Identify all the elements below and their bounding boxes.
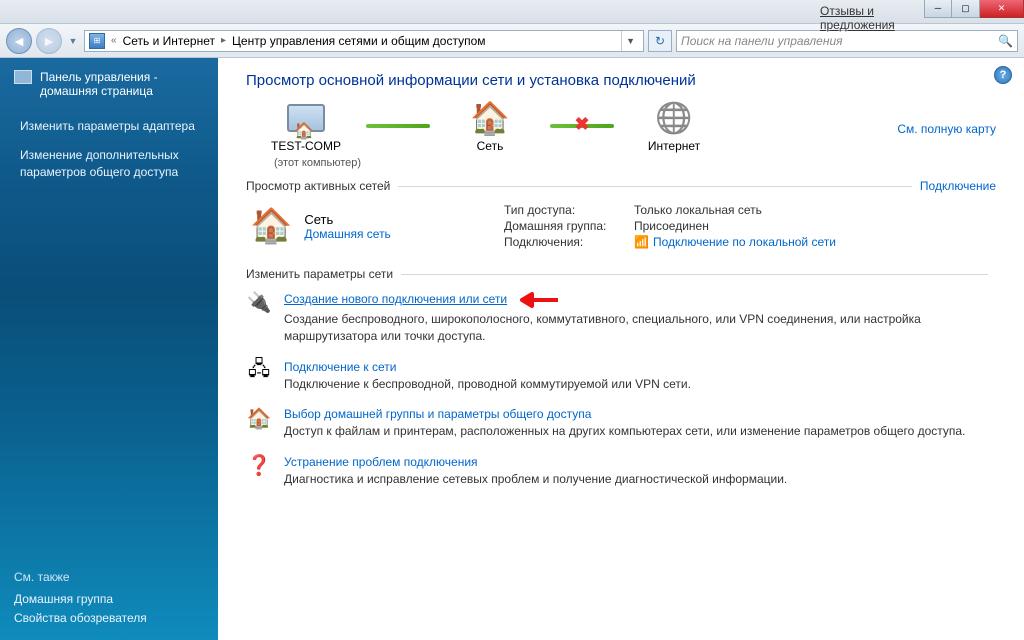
content: ? Просмотр основной информации сети и ус… (218, 58, 1024, 640)
sidebar-task-adapter[interactable]: Изменить параметры адаптера (20, 118, 204, 135)
pc-subline: (этот компьютер) (274, 157, 996, 169)
titlebar: Отзывы и предложения ─ ▢ ✕ (0, 0, 1024, 24)
see-also-homegroup[interactable]: Домашняя группа (14, 592, 204, 606)
breadcrumb-sep-icon: « (111, 35, 117, 46)
control-panel-home-label2: домашняя страница (40, 84, 158, 98)
network-name: Сеть (304, 212, 390, 227)
control-panel-home[interactable]: Панель управления - домашняя страница (14, 70, 204, 98)
globe-icon: 🌐 (652, 99, 696, 137)
internet-label: Интернет (614, 139, 734, 153)
change-settings-header: Изменить параметры сети (246, 267, 393, 281)
link-broken-icon (550, 124, 614, 128)
task-connect-network-desc: Подключение к беспроводной, проводной ко… (284, 376, 691, 393)
close-button[interactable]: ✕ (980, 0, 1024, 18)
task-troubleshoot[interactable]: ❓ Устранение проблем подключения Диагнос… (246, 455, 996, 488)
network-label: Сеть (430, 139, 550, 153)
task-new-connection[interactable]: 🔌 Создание нового подключения или сети С… (246, 291, 996, 346)
search-placeholder: Поиск на панели управления (681, 34, 843, 48)
breadcrumb-part[interactable]: Сеть и Интернет (123, 34, 215, 48)
breadcrumb-part[interactable]: Центр управления сетями и общим доступом (232, 34, 486, 48)
see-also-browser-props[interactable]: Свойства обозревателя (14, 611, 204, 625)
homegroup-icon: 🏠 (246, 407, 272, 429)
house-icon: 🏠 (250, 206, 292, 246)
task-troubleshoot-title[interactable]: Устранение проблем подключения (284, 455, 478, 469)
divider (398, 186, 912, 187)
refresh-button[interactable]: ↻ (648, 30, 672, 52)
control-panel-home-icon (14, 70, 32, 84)
connection-link[interactable]: Подключение (920, 179, 996, 193)
task-homegroup-title[interactable]: Выбор домашней группы и параметры общего… (284, 407, 591, 421)
house-icon: 🏠 (468, 99, 512, 137)
connect-icon: 🖧 (246, 360, 272, 382)
link-ok-icon (366, 124, 430, 128)
lan-icon: 📶 (634, 235, 649, 249)
help-icon[interactable]: ? (994, 66, 1012, 84)
back-button[interactable]: ◄ (6, 28, 32, 54)
control-panel-home-label: Панель управления - (40, 70, 158, 84)
minimize-button[interactable]: ─ (924, 0, 952, 18)
maximize-button[interactable]: ▢ (952, 0, 980, 18)
address-bar[interactable]: ⊞ « Сеть и Интернет ▸ Центр управления с… (84, 30, 644, 52)
new-connection-icon: 🔌 (246, 291, 272, 313)
task-new-connection-desc: Создание беспроводного, широкополосного,… (284, 311, 996, 346)
homegroup-label: Домашняя группа: (504, 219, 634, 233)
control-panel-icon: ⊞ (89, 33, 105, 49)
search-icon[interactable]: 🔍 (998, 34, 1013, 48)
access-type-value: Только локальная сеть (634, 203, 762, 217)
network-type-link[interactable]: Домашняя сеть (304, 227, 390, 241)
page-title: Просмотр основной информации сети и уста… (246, 72, 996, 89)
homegroup-link[interactable]: Присоединен (634, 219, 709, 233)
node-network[interactable]: 🏠 Сеть (430, 99, 550, 153)
address-dropdown-icon[interactable]: ▼ (621, 31, 639, 51)
red-arrow-annotation (518, 291, 560, 309)
access-type-label: Тип доступа: (504, 203, 634, 217)
sidebar-task-sharing[interactable]: Изменение дополнительных параметров обще… (20, 147, 204, 181)
divider (401, 274, 988, 275)
see-also-header: См. также (14, 570, 204, 584)
task-connect-network[interactable]: 🖧 Подключение к сети Подключение к беспр… (246, 360, 996, 393)
lan-connection-link[interactable]: Подключение по локальной сети (653, 235, 836, 249)
nav-history-dropdown[interactable]: ▼ (66, 30, 80, 52)
task-new-connection-title[interactable]: Создание нового подключения или сети (284, 292, 507, 306)
active-network-block: 🏠 Сеть Домашняя сеть Тип доступа:Только … (246, 197, 996, 261)
computer-icon (284, 99, 328, 137)
pc-name-label: TEST-COMP (246, 139, 366, 153)
task-connect-network-title[interactable]: Подключение к сети (284, 360, 396, 374)
sidebar: Панель управления - домашняя страница Из… (0, 58, 218, 640)
troubleshoot-icon: ❓ (246, 455, 272, 477)
node-this-pc[interactable]: TEST-COMP (246, 99, 366, 153)
search-input[interactable]: Поиск на панели управления 🔍 (676, 30, 1018, 52)
network-map: TEST-COMP 🏠 Сеть 🌐 Интернет См. полную к… (246, 99, 996, 153)
feedback-link[interactable]: Отзывы и предложения (820, 4, 904, 32)
breadcrumb-sep-icon: ▸ (221, 35, 226, 46)
active-networks-header: Просмотр активных сетей (246, 179, 390, 193)
connections-label: Подключения: (504, 235, 634, 249)
node-internet[interactable]: 🌐 Интернет (614, 99, 734, 153)
task-troubleshoot-desc: Диагностика и исправление сетевых пробле… (284, 471, 787, 488)
window-buttons: ─ ▢ ✕ (924, 0, 1024, 18)
view-full-map-link[interactable]: См. полную карту (897, 122, 996, 136)
see-also: См. также Домашняя группа Свойства обозр… (14, 550, 204, 630)
task-homegroup[interactable]: 🏠 Выбор домашней группы и параметры обще… (246, 407, 996, 440)
forward-button[interactable]: ► (36, 28, 62, 54)
task-homegroup-desc: Доступ к файлам и принтерам, расположенн… (284, 423, 965, 440)
